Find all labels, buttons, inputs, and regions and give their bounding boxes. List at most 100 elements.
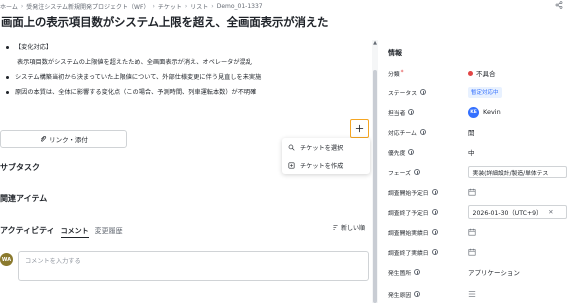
info-icon <box>420 89 426 95</box>
field-label-text: 調査開始実績日 <box>388 230 429 237</box>
share-icon[interactable] <box>555 1 563 9</box>
field-cause: 発生原因 <box>388 287 567 301</box>
description-heading: 【変化対応】 <box>6 42 52 51</box>
field-label-text: 調査開始予定日 <box>388 190 429 197</box>
field-label: 調査開始予定日 <box>388 188 468 197</box>
description-bullet: 原因の本質は、全体に影響する変化点（この場合、予測時間、列車運転本数）が不明確 <box>6 87 256 96</box>
paperclip-icon <box>41 135 47 142</box>
status-select[interactable]: 暫定対応中 <box>468 86 502 98</box>
field-label-text: 発生原因 <box>388 292 412 299</box>
info-icon <box>431 249 438 255</box>
info-icon <box>408 149 415 155</box>
sort-icon <box>333 225 338 230</box>
field-phase: フェーズ 実装(詳細設計/製造/単体テス <box>388 165 567 179</box>
field-label-text: 調査終了予定日 <box>388 210 429 217</box>
create-ticket-icon <box>288 162 295 168</box>
bullet <box>6 45 9 49</box>
info-panel: 情報 分類 * 不具合 ステータス 暫定対応中 担当者 KE Kevin 対応チー… <box>388 38 567 303</box>
assignee-select[interactable]: KE Kevin <box>468 106 501 118</box>
field-label: ステータス <box>388 88 468 97</box>
menu-item-select-ticket[interactable]: チケットを選択 <box>282 138 370 156</box>
subtask-menu: チケットを選択 チケットを作成 <box>282 138 370 174</box>
field-label: フェーズ <box>388 168 468 177</box>
description-line: 表示項目数がシステムの上限値を超えたため、全画面表示が消え、オペレータが混乱 <box>17 59 252 66</box>
tab-comment[interactable]: コメント <box>60 226 89 238</box>
field-actual-start: 調査開始実績日 <box>388 225 567 239</box>
field-team: 対応チーム 開 <box>388 125 567 139</box>
field-priority: 優先度 中 <box>388 145 567 159</box>
description-bullet: システム構築当初から決まっていた上限値について、外部仕様変更に伴う見直しを未実施 <box>6 72 261 81</box>
comment-input[interactable]: コメントを入力する <box>18 251 369 281</box>
menu-item-label: チケットを選択 <box>300 144 344 152</box>
breadcrumb-ticket-id: Demo_01-1337 <box>216 2 263 10</box>
info-icon <box>419 129 426 135</box>
breadcrumb-separator: › <box>184 2 188 10</box>
status-badge: 暫定対応中 <box>468 86 502 98</box>
link-attach-button[interactable]: リンク・添付 <box>0 130 127 148</box>
field-label-text: 優先度 <box>388 150 406 157</box>
menu-item-label: チケットを作成 <box>300 162 344 170</box>
sort-button[interactable]: 新しい順 <box>332 223 365 232</box>
info-icon <box>431 189 438 195</box>
scrollbar-thumb[interactable] <box>373 70 377 303</box>
sort-label: 新しい順 <box>341 225 366 232</box>
breadcrumb: ホーム › 受発注システム新規開発プロジェクト（WF） › チケット › リスト… <box>0 0 567 12</box>
related-items-heading: 関連アイテム <box>0 194 48 203</box>
plus-icon <box>355 124 364 133</box>
bullet <box>6 75 9 79</box>
priority-select[interactable]: 中 <box>468 147 475 157</box>
field-label-text: 発生箇所 <box>388 270 412 277</box>
field-assignee: 担当者 KE Kevin <box>388 105 567 119</box>
avatar: KE <box>468 106 479 118</box>
breadcrumb-list[interactable]: リスト <box>190 2 208 11</box>
plan-end-date-input[interactable]: 2026-01-30（UTC+9） ✕ <box>467 205 567 219</box>
subtask-heading: サブタスク <box>0 163 40 172</box>
field-label: 調査終了実績日 <box>388 248 468 257</box>
clear-icon[interactable]: ✕ <box>548 209 553 216</box>
field-label: 分類 * <box>388 69 468 78</box>
breadcrumb-home[interactable]: ホーム <box>0 2 18 11</box>
calendar-icon[interactable] <box>468 228 476 236</box>
calendar-icon[interactable] <box>468 188 476 196</box>
field-status: ステータス 暫定対応中 <box>388 85 567 99</box>
scroll-up-arrow[interactable]: ▲ <box>372 40 378 46</box>
list-icon[interactable] <box>468 290 476 298</box>
calendar-icon[interactable] <box>468 248 476 256</box>
field-location: 発生箇所 アプリケーション <box>388 265 567 279</box>
bullet <box>6 90 9 94</box>
field-label: 発生原因 <box>388 290 468 299</box>
date-value: 2026-01-30（UTC+9） <box>472 209 543 217</box>
field-label: 対応チーム <box>388 128 468 137</box>
info-icon <box>408 109 415 115</box>
tab-history[interactable]: 変更履歴 <box>95 226 123 236</box>
field-plan-end: 調査終了予定日 2026-01-30（UTC+9） ✕ <box>388 205 567 219</box>
add-subtask-button[interactable] <box>350 119 369 138</box>
field-label: 調査開始実績日 <box>388 228 468 237</box>
search-icon <box>288 144 295 151</box>
category-dot <box>468 70 473 76</box>
breadcrumb-separator: › <box>152 2 155 10</box>
breadcrumb-tickets[interactable]: チケット <box>158 2 182 11</box>
team-select[interactable]: 開 <box>468 127 475 137</box>
activity-heading: アクティビティ <box>0 226 55 235</box>
field-label-text: フェーズ <box>388 170 411 177</box>
field-plan-start: 調査開始予定日 <box>388 185 567 199</box>
breadcrumb-separator: › <box>20 2 24 10</box>
activity-tabs: アクティビティ コメント 変更履歴 <box>0 225 129 238</box>
assignee-value: Kevin <box>483 108 501 116</box>
info-icon <box>414 291 421 297</box>
menu-item-create-ticket[interactable]: チケットを作成 <box>282 156 370 174</box>
field-label: 優先度 <box>388 148 468 157</box>
info-icon <box>413 169 420 175</box>
field-label-text: 調査終了実績日 <box>388 250 429 257</box>
info-icon <box>431 209 438 215</box>
field-category: 分類 * 不具合 <box>388 66 567 80</box>
page-title: 画面上の表示項目数がシステム上限を超え、全画面表示が消えた <box>1 15 329 29</box>
breadcrumb-project[interactable]: 受発注システム新規開発プロジェクト（WF） <box>26 2 149 11</box>
field-label-text: 担当者 <box>388 110 406 117</box>
location-select[interactable]: アプリケーション <box>468 267 520 277</box>
phase-select[interactable]: 実装(詳細設計/製造/単体テス <box>467 166 567 178</box>
info-icon <box>414 269 421 275</box>
category-select[interactable]: 不具合 <box>468 68 496 78</box>
field-label: 調査終了予定日 <box>388 208 468 217</box>
